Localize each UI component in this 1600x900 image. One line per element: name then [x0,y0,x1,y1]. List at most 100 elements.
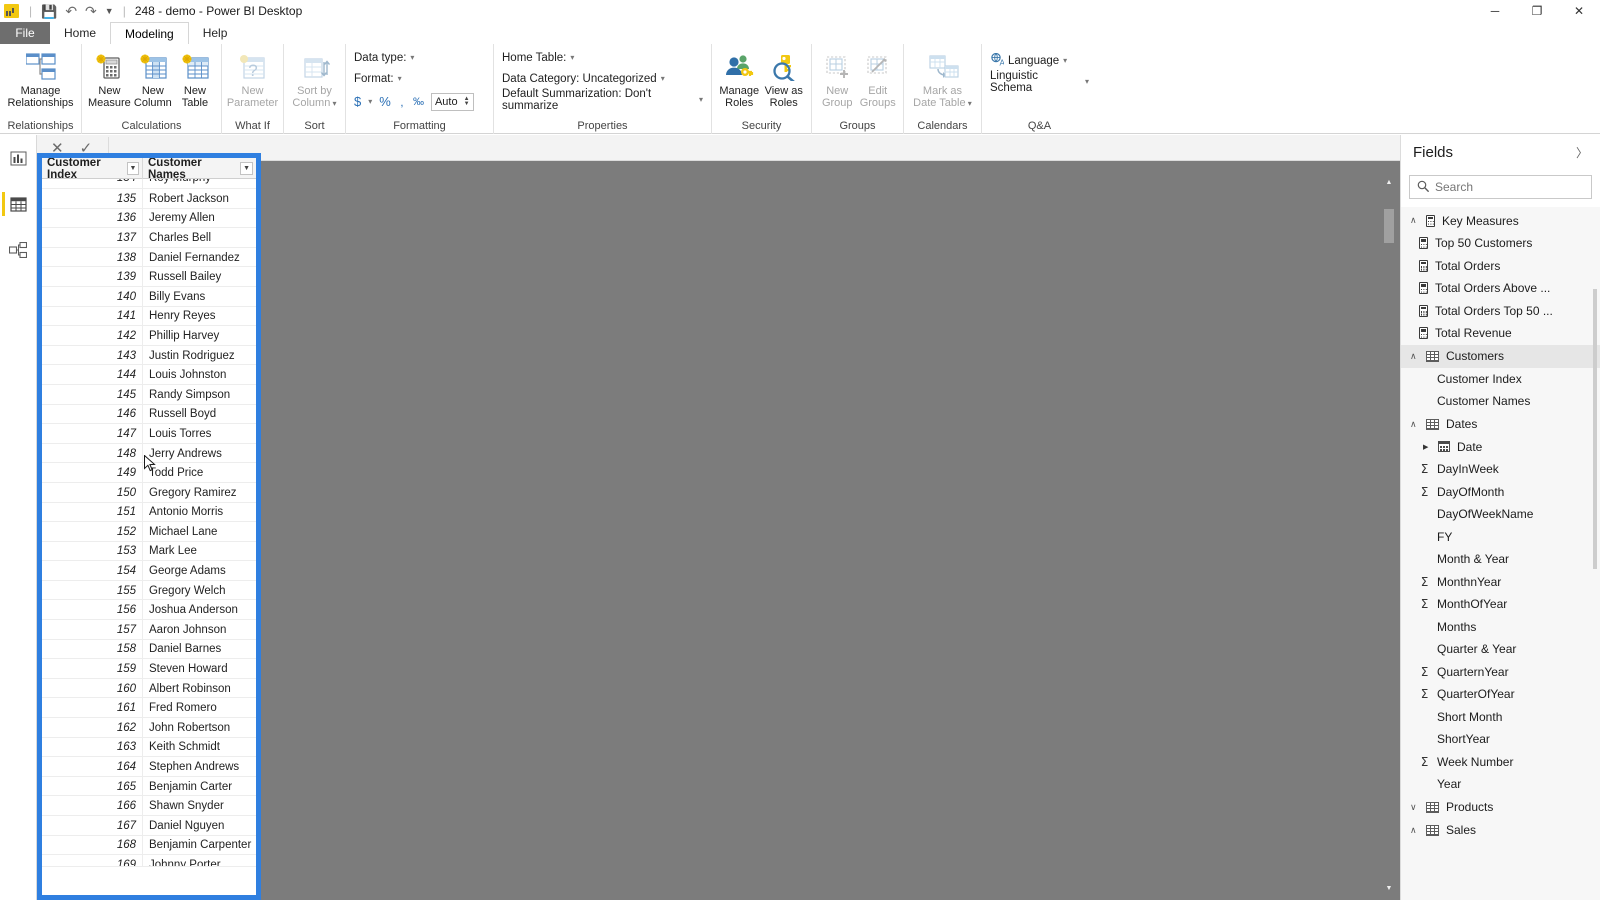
fields-list[interactable]: ∧ Key Measures Top 50 Customers Total Order… [1401,207,1600,897]
cell-customer-name[interactable]: Justin Rodriguez [143,346,256,366]
field-item[interactable]: ShortYear [1401,728,1600,751]
field-item[interactable]: Short Month [1401,706,1600,729]
cell-customer-name[interactable]: Gregory Ramirez [143,483,256,503]
fields-group-products[interactable]: ∨ Products [1401,796,1600,819]
cell-customer-name[interactable]: Russell Boyd [143,405,256,425]
cell-customer-index[interactable]: 141 [42,306,143,327]
table-row[interactable]: 138 Daniel Fernandez [42,247,256,268]
table-row[interactable]: 153 Mark Lee [42,541,256,562]
cell-customer-name[interactable]: George Adams [143,561,256,581]
table-row[interactable]: 159 Steven Howard [42,659,256,679]
field-item[interactable]: ▶ Date [1401,436,1600,459]
table-row[interactable]: 147 Louis Torres [42,424,256,444]
formula-input[interactable] [108,136,1400,159]
cell-customer-index[interactable]: 149 [42,463,143,483]
table-row[interactable]: 142 Phillip Harvey [42,326,256,346]
table-row[interactable]: 146 Russell Boyd [42,404,256,425]
cell-customer-index[interactable]: 155 [42,580,143,601]
new-parameter-button[interactable]: ? New Parameter [227,48,278,109]
table-row[interactable]: 163 Keith Schmidt [42,737,256,758]
cell-customer-index[interactable]: 163 [42,737,143,758]
manage-relationships-button[interactable]: Manage Relationships [6,48,75,109]
field-item[interactable]: Customer Index [1401,368,1600,391]
sort-by-column-button[interactable]: Sort by Column ▾ [290,48,339,110]
table-row[interactable]: 143 Justin Rodriguez [42,345,256,366]
cell-customer-index[interactable]: 160 [42,678,143,699]
cell-customer-name[interactable]: Roy Murphy [143,179,256,188]
cell-customer-name[interactable]: Stephen Andrews [143,757,256,777]
scroll-up-icon[interactable]: ▲ [1382,175,1396,189]
fields-group-key-measures[interactable]: ∧ Key Measures [1401,209,1600,232]
cell-customer-index[interactable]: 158 [42,639,143,660]
table-row[interactable]: 155 Gregory Welch [42,580,256,601]
field-item[interactable]: Σ QuarternYear [1401,661,1600,684]
cell-customer-name[interactable]: Benjamin Carpenter [143,836,256,856]
cell-customer-index[interactable]: 156 [42,600,143,621]
field-item[interactable]: Total Orders Above ... [1401,277,1600,300]
table-row[interactable]: 140 Billy Evans [42,286,256,307]
table-row[interactable]: 134Roy Murphy [42,179,256,189]
customize-quick-access-icon[interactable]: ▼ [105,0,114,22]
home-table-dropdown[interactable]: Home Table: ▾ [502,50,703,65]
field-item[interactable]: Total Orders [1401,255,1600,278]
field-item[interactable]: Quarter & Year [1401,638,1600,661]
field-item[interactable]: Total Orders Top 50 ... [1401,300,1600,323]
table-row[interactable]: 157 Aaron Johnson [42,620,256,640]
new-column-button[interactable]: New Column [133,48,173,109]
table-row[interactable]: 154 George Adams [42,561,256,581]
cell-customer-index[interactable]: 157 [42,620,143,640]
cell-customer-name[interactable]: Billy Evans [143,287,256,307]
cell-customer-index[interactable]: 137 [42,228,143,248]
cell-customer-name[interactable]: Phillip Harvey [143,326,256,346]
table-row[interactable]: 152 Michael Lane [42,522,256,542]
chevron-up-icon[interactable]: ∧ [1410,351,1419,362]
table-body[interactable]: 134Roy Murphy135Robert Jackson136Jeremy … [42,179,256,895]
cell-customer-index[interactable]: 138 [42,247,143,268]
currency-chevron-icon[interactable]: ▾ [368,97,372,106]
cell-customer-name[interactable]: Michael Lane [143,522,256,542]
view-as-roles-button[interactable]: View as Roles [763,48,806,109]
table-row[interactable]: 156 Joshua Anderson [42,600,256,621]
cell-customer-index[interactable]: 154 [42,561,143,581]
undo-icon[interactable]: ↶ [65,0,77,22]
model-view-button[interactable] [3,235,33,265]
field-item[interactable]: Customer Names [1401,390,1600,413]
column-header-customer-index[interactable]: Customer Index ▼ [42,158,143,181]
cell-customer-name[interactable]: Joshua Anderson [143,600,256,620]
cell-customer-index[interactable]: 143 [42,345,143,366]
cell-customer-name[interactable]: Charles Bell [143,228,256,248]
decimal-places-stepper[interactable]: Auto ▲ ▼ [430,92,474,111]
scrollbar-thumb[interactable] [1384,209,1394,243]
cell-customer-name[interactable]: Steven Howard [143,659,256,679]
cell-customer-index[interactable]: 152 [42,522,143,542]
cell-customer-name[interactable]: Daniel Nguyen [143,816,256,836]
cell-customer-name[interactable]: Fred Romero [143,698,256,718]
formula-cancel-button[interactable]: ✕ [51,139,64,157]
cell-customer-index[interactable]: 140 [42,286,143,307]
cell-customer-index[interactable]: 162 [42,718,143,738]
cell-customer-name[interactable]: Henry Reyes [143,307,256,327]
filter-dropdown-icon-2[interactable]: ▼ [240,162,253,175]
fields-group-sales[interactable]: ∧ Sales [1401,819,1600,842]
cell-customer-index[interactable]: 142 [42,326,143,346]
close-button[interactable]: ✕ [1558,0,1600,22]
tab-help[interactable]: Help [189,22,242,44]
new-measure-button[interactable]: New Measure [88,48,131,109]
cell-customer-index[interactable]: 159 [42,659,143,679]
cell-customer-name[interactable]: Shawn Snyder [143,796,256,816]
cell-customer-name[interactable]: Louis Torres [143,424,256,444]
report-view-button[interactable] [3,143,33,173]
table-row[interactable]: 137 Charles Bell [42,228,256,248]
table-row[interactable]: 166 Shawn Snyder [42,796,256,816]
cell-customer-name[interactable]: Gregory Welch [143,581,256,601]
collapse-pane-icon[interactable]: 〉 [1576,144,1588,161]
fields-scrollbar[interactable] [1590,169,1600,859]
stepper-arrows-icon[interactable]: ▲ ▼ [464,96,470,107]
expand-triangle-icon[interactable]: ▶ [1423,443,1431,451]
column-header-customer-names[interactable]: Customer Names ▼ [143,158,256,181]
cell-customer-index[interactable]: 153 [42,541,143,562]
cell-customer-index[interactable]: 166 [42,796,143,816]
field-item[interactable]: DayOfWeekName [1401,503,1600,526]
table-row[interactable]: 151 Antonio Morris [42,502,256,523]
table-row[interactable]: 139 Russell Bailey [42,267,256,287]
